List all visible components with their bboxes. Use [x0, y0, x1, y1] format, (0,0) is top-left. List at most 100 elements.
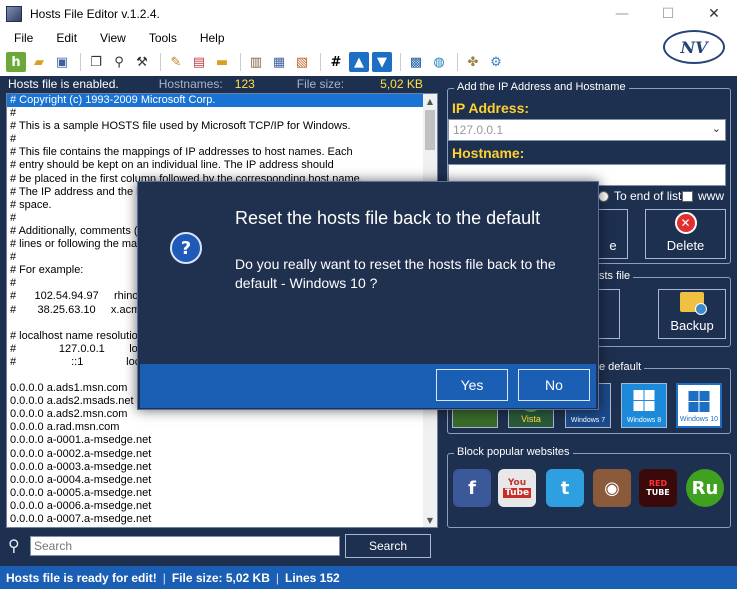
instagram-icon[interactable]: ◉ [593, 469, 631, 507]
hash-icon[interactable]: # [326, 52, 346, 72]
menu-bar: File Edit View Tools Help [0, 28, 737, 48]
status-lines: Lines 152 [285, 570, 340, 585]
ru-icon[interactable]: Ru [686, 469, 724, 507]
editor-line[interactable]: 0.0.0.0 a-0007.a-msedge.net [7, 513, 425, 526]
ip-address-label: IP Address: [452, 100, 530, 116]
hostname-label: Hostname: [452, 145, 525, 161]
os-tile-win8[interactable]: Windows 8 [621, 383, 667, 428]
dialog-message: Do you really want to reset the hosts fi… [235, 256, 556, 291]
search-input[interactable] [30, 536, 340, 556]
find-icon[interactable]: ⚲ [109, 52, 129, 72]
delete-icon: ✕ [674, 212, 697, 234]
clipboard-icon[interactable]: ▥ [246, 52, 266, 72]
menu-edit[interactable]: Edit [47, 31, 86, 45]
editor-line[interactable]: 0.0.0.0 a-0004.a-msedge.net [7, 474, 425, 487]
add-button[interactable]: e [598, 209, 628, 259]
notes-icon[interactable]: ▤ [189, 52, 209, 72]
dialog-footer: Yes No [140, 364, 596, 408]
twitter-icon[interactable]: t [546, 469, 584, 507]
www-label: www [698, 189, 724, 203]
ip-address-select[interactable]: 127.0.0.1 ⌄ [448, 119, 726, 141]
network-icon[interactable]: ▩ [406, 52, 426, 72]
search-icon: ⚲ [8, 536, 20, 555]
menu-file[interactable]: File [5, 31, 42, 45]
no-button[interactable]: No [518, 369, 590, 401]
editor-line[interactable]: # This is a sample HOSTS file used by Mi… [7, 120, 425, 133]
youtube-icon[interactable]: You Tube [498, 469, 536, 507]
delete-button[interactable]: ✕ Delete [645, 209, 726, 259]
os-tile-win8-label: Windows 8 [626, 417, 662, 424]
move-up-icon[interactable]: ▲ [349, 52, 369, 72]
os-tile-win7-label: Windows 7 [570, 417, 606, 424]
folder-icon[interactable]: ▬ [212, 52, 232, 72]
delete-label: Delete [666, 238, 705, 253]
editor-line[interactable]: 0.0.0.0 a-0006.a-msedge.net [7, 500, 425, 513]
scroll-down-icon[interactable]: ▼ [423, 513, 437, 527]
os-tile-win10-label: Windows 10 [679, 416, 719, 423]
editor-line[interactable]: 0.0.0.0 a-0003.a-msedge.net [7, 461, 425, 474]
question-icon: ? [170, 232, 202, 264]
chevron-down-icon: ⌄ [711, 122, 721, 135]
hosts-status-text: Hosts file is enabled. [8, 77, 119, 91]
nv-logo: NV [663, 30, 725, 64]
globe-icon[interactable]: ◍ [429, 52, 449, 72]
block-sites-group-title: Block popular websites [454, 446, 573, 458]
ip-address-value: 127.0.0.1 [453, 123, 504, 137]
chart-icon[interactable]: ▧ [292, 52, 312, 72]
menu-view[interactable]: View [91, 31, 135, 45]
scroll-up-icon[interactable]: ▲ [423, 94, 437, 108]
status-sep-2: | [275, 570, 279, 585]
move-down-icon[interactable]: ▼ [372, 52, 392, 72]
editor-line[interactable]: # entry should be kept on an individual … [7, 159, 425, 172]
open-folder-icon[interactable]: ▰ [29, 52, 49, 72]
editor-line[interactable]: 0.0.0.0 a-0001.a-msedge.net [7, 434, 425, 447]
menu-tools[interactable]: Tools [140, 31, 186, 45]
facebook-icon[interactable]: f [453, 469, 491, 507]
backup-button[interactable]: Backup [658, 289, 726, 339]
www-checkbox[interactable] [682, 190, 693, 202]
save-icon[interactable]: ▣ [52, 52, 72, 72]
backup-label: Backup [670, 318, 714, 333]
minimize-button[interactable]: — [599, 0, 645, 28]
hosts-file-button-partial[interactable] [598, 289, 620, 339]
status-ready: Hosts file is ready for edit! [6, 570, 157, 585]
editor-line[interactable]: # [7, 133, 425, 146]
dialog-title: Reset the hosts file back to the default [235, 208, 541, 228]
scroll-thumb[interactable] [425, 110, 435, 150]
editor-line[interactable]: # [7, 107, 425, 120]
document-icon[interactable]: ▦ [269, 52, 289, 72]
edit-icon[interactable]: ✎ [166, 52, 186, 72]
editor-line[interactable]: 0.0.0.0 a-0005.a-msedge.net [7, 487, 425, 500]
toolbar: h ▰ ▣ ❐ ⚲ ⚒ ✎ ▤ ▬ ▥ ▦ ▧ # ▲ ▼ ▩ ◍ ✤ ⚙ [0, 48, 737, 76]
editor-line[interactable]: # This file contains the mappings of IP … [7, 146, 425, 159]
editor-line[interactable]: 0.0.0.0 a.rad.msn.com [7, 421, 425, 434]
redtube-icon[interactable]: RED TUBE [639, 469, 677, 507]
settings-icon[interactable]: ⚙ [486, 52, 506, 72]
yes-button[interactable]: Yes [436, 369, 508, 401]
close-button[interactable]: ✕ [691, 0, 737, 28]
window-controls: — ☐ ✕ [599, 0, 737, 28]
status-filesize: File size: 5,02 KB [171, 570, 270, 585]
to-end-radio[interactable] [598, 190, 609, 202]
search-bar: ⚲ Search [0, 531, 445, 563]
www-option[interactable]: www [682, 189, 724, 203]
editor-line[interactable]: 0.0.0.0 a-0002.a-msedge.net [7, 448, 425, 461]
reset-dialog: ? Reset the hosts file back to the defau… [137, 181, 599, 410]
to-end-option[interactable]: To end of list [598, 189, 681, 203]
filesize-label: File size: [296, 77, 345, 91]
editor-line[interactable]: # Copyright (c) 1993-2009 Microsoft Corp… [7, 94, 425, 108]
tools-icon[interactable]: ⚒ [132, 52, 152, 72]
menu-help[interactable]: Help [191, 31, 234, 45]
copy-icon[interactable]: ❐ [86, 52, 106, 72]
maximize-button[interactable]: ☐ [645, 0, 691, 28]
hosts-icon[interactable]: h [6, 52, 26, 72]
windows8-logo-icon [633, 390, 655, 411]
hosts-file-group-title: sts file [596, 270, 634, 282]
title-bar: Hosts File Editor v.1.2.4. — ☐ ✕ [0, 0, 737, 28]
puzzle-icon[interactable]: ✤ [463, 52, 483, 72]
backup-icon [680, 292, 707, 315]
hostnames-label: Hostnames: [158, 77, 223, 91]
editor-line[interactable]: 0.0.0.0 a.ads2.msn.com [7, 408, 425, 421]
search-button[interactable]: Search [345, 534, 431, 558]
os-tile-win10[interactable]: Windows 10 [676, 383, 722, 428]
